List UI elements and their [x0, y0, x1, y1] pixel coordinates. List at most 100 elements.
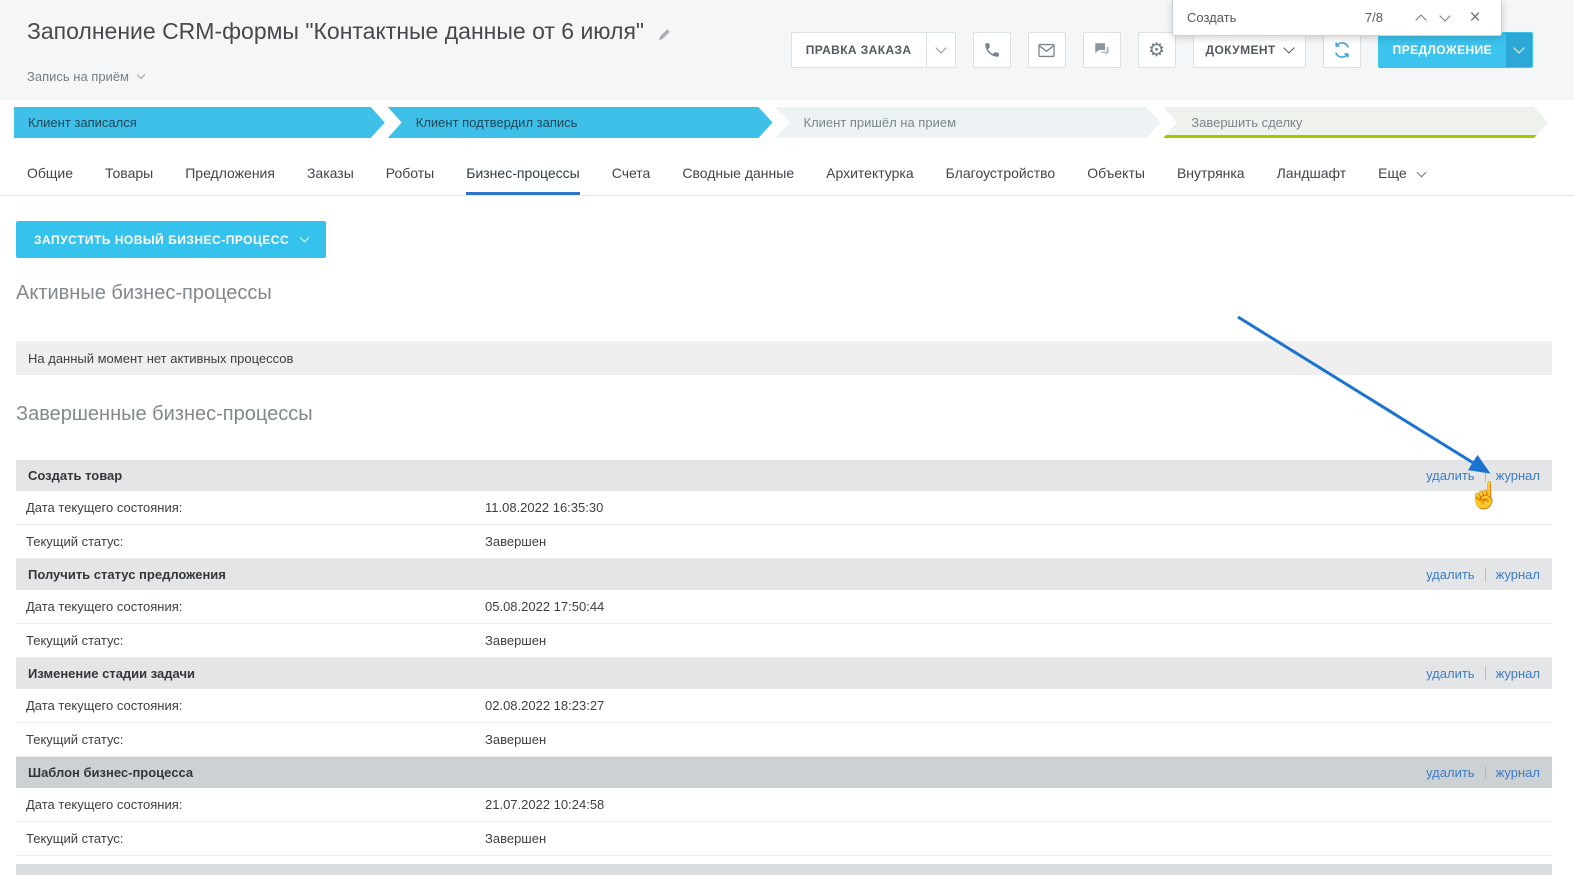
business-processes-content: ЗАПУСТИТЬ НОВЫЙ БИЗНЕС-ПРОЦЕСС Активные … — [16, 196, 1552, 856]
delete-link[interactable]: удалить — [1426, 666, 1474, 681]
date-value: 11.08.2022 16:35:30 — [485, 500, 604, 515]
edit-order-dropdown[interactable] — [925, 33, 955, 67]
call-button[interactable] — [972, 32, 1011, 68]
process-actions: удалить журнал — [1426, 468, 1540, 483]
tab-bar: Общие Товары Предложения Заказы Роботы Б… — [0, 156, 1574, 196]
tab-label: Архитектурка — [826, 165, 914, 181]
tab[interactable]: Счета — [612, 165, 651, 195]
gear-icon: ⚙ — [1147, 39, 1166, 61]
document-label: ДОКУМЕНТ — [1205, 43, 1276, 57]
date-label: Дата текущего состояния: — [26, 500, 183, 515]
process-status-row: Текущий статус: Завершен — [16, 525, 1552, 559]
deal-stage-bar: Клиент записался Клиент подтвердил запис… — [14, 107, 1551, 138]
process-title: Получить статус предложения — [28, 567, 226, 582]
edit-title-pencil-icon[interactable] — [658, 14, 671, 52]
date-label: Дата текущего состояния: — [26, 797, 183, 812]
tab[interactable]: Благоустройство — [946, 165, 1056, 195]
chevron-down-icon — [1283, 42, 1295, 54]
process-date-row: Дата текущего состояния: 11.08.2022 16:3… — [16, 491, 1552, 525]
status-value: Завершен — [485, 534, 547, 549]
delete-link[interactable]: удалить — [1426, 765, 1474, 780]
no-active-processes-message: На данный момент нет активных процессов — [16, 341, 1552, 375]
date-value: 05.08.2022 17:50:44 — [485, 599, 605, 614]
pipeline-stage[interactable]: Клиент записался — [14, 107, 385, 138]
tab[interactable]: Общие — [27, 165, 73, 195]
process-header: Получить статус предложения удалить журн… — [16, 559, 1552, 590]
chat-button[interactable] — [1082, 32, 1121, 68]
deal-type-selector[interactable]: Запись на приём — [27, 69, 145, 84]
chevron-down-icon — [934, 42, 947, 54]
tab[interactable]: Еще — [1378, 165, 1424, 195]
link-divider — [1484, 766, 1486, 779]
link-divider — [1484, 667, 1486, 680]
process-header: Шаблон бизнес-процесса удалить журнал — [16, 757, 1552, 788]
sync-button[interactable] — [1322, 32, 1361, 68]
pipeline-stage[interactable]: Клиент подтвердил запись — [388, 107, 773, 138]
process-status-row: Текущий статус: Завершен — [16, 822, 1552, 856]
tab[interactable]: Ландшафт — [1277, 165, 1347, 195]
close-icon: × — [1469, 7, 1481, 28]
deal-type-label: Запись на приём — [27, 69, 129, 84]
date-label: Дата текущего состояния: — [26, 599, 183, 614]
status-label: Текущий статус: — [26, 534, 124, 549]
tab[interactable]: Внутрянка — [1177, 165, 1245, 195]
tab[interactable]: Сводные данные — [682, 165, 794, 195]
stage-label: Клиент подтвердил запись — [415, 115, 578, 130]
tab[interactable]: Роботы — [386, 165, 434, 195]
phone-icon — [984, 43, 999, 57]
offer-button[interactable]: ПРЕДЛОЖЕНИЕ — [1377, 32, 1533, 68]
tab-label: Сводные данные — [682, 165, 795, 181]
process-actions: удалить журнал — [1426, 765, 1540, 780]
tab-label: Благоустройство — [945, 165, 1056, 181]
close-button[interactable]: × — [1463, 6, 1487, 30]
pipeline-stage[interactable]: Завершить сделку — [1163, 107, 1548, 138]
start-process-row: ЗАПУСТИТЬ НОВЫЙ БИЗНЕС-ПРОЦЕСС — [16, 221, 1552, 258]
process-date-row: Дата текущего состояния: 05.08.2022 17:5… — [16, 590, 1552, 624]
next-button[interactable] — [1433, 6, 1457, 30]
offer-dropdown[interactable] — [1506, 33, 1532, 67]
start-new-process-button[interactable]: ЗАПУСТИТЬ НОВЫЙ БИЗНЕС-ПРОЦЕСС — [16, 221, 327, 258]
delete-link[interactable]: удалить — [1426, 468, 1474, 483]
status-label: Текущий статус: — [26, 732, 124, 747]
journal-link[interactable]: журнал — [1496, 765, 1540, 780]
tab-label: Еще — [1378, 165, 1407, 181]
tab[interactable]: Предложения — [185, 165, 275, 195]
tab[interactable]: Заказы — [307, 165, 354, 195]
stage-label: Клиент пришёл на прием — [803, 115, 957, 130]
email-button[interactable] — [1027, 32, 1066, 68]
sync-icon — [1334, 42, 1349, 58]
delete-link[interactable]: удалить — [1426, 567, 1474, 582]
tab[interactable]: Бизнес-процессы — [466, 165, 580, 195]
tab-label: Товары — [105, 165, 154, 181]
envelope-icon — [1038, 43, 1055, 57]
pipeline-stage[interactable]: Клиент пришёл на прием — [776, 107, 1161, 138]
process-actions: удалить журнал — [1426, 666, 1540, 681]
tab-label: Заказы — [306, 165, 354, 181]
journal-link[interactable]: журнал — [1496, 468, 1540, 483]
settings-button[interactable]: ⚙ — [1137, 32, 1176, 68]
document-button[interactable]: ДОКУМЕНТ — [1192, 32, 1306, 68]
crm-deal-page: Заполнение CRM-формы "Контактные данные … — [0, 0, 1574, 875]
toolbar: ПРАВКА ЗАКАЗА ⚙ ДОКУМЕНТ ПРЕДЛОЖЕНИЕ — [790, 32, 1533, 68]
tab[interactable]: Товары — [105, 165, 153, 195]
stage-label: Завершить сделку — [1191, 115, 1303, 130]
journal-link[interactable]: журнал — [1496, 666, 1540, 681]
process-title: Изменение стадии задачи — [28, 666, 195, 681]
edit-order-button[interactable]: ПРАВКА ЗАКАЗА — [790, 32, 956, 68]
journal-link[interactable]: журнал — [1496, 567, 1540, 582]
tab[interactable]: Объекты — [1087, 165, 1145, 195]
prev-button[interactable] — [1409, 6, 1433, 30]
tab-label: Объекты — [1087, 165, 1145, 181]
tab[interactable]: Архитектурка — [826, 165, 914, 195]
find-overlay: Создать 7/8 × — [1172, 0, 1502, 36]
page-title: Заполнение CRM-формы "Контактные данные … — [27, 18, 645, 44]
completed-process-list: Создать товар удалить журнал Дата текуще… — [16, 460, 1552, 856]
process-title: Создать товар — [28, 468, 123, 483]
find-overlay-label: Создать — [1187, 10, 1237, 25]
process-block: Получить статус предложения удалить журн… — [16, 559, 1552, 658]
active-processes-title: Активные бизнес-процессы — [16, 282, 272, 304]
process-date-row: Дата текущего состояния: 21.07.2022 10:2… — [16, 788, 1552, 822]
status-value: Завершен — [485, 633, 547, 648]
stage-label: Клиент записался — [28, 115, 137, 130]
status-value: Завершен — [485, 831, 547, 846]
